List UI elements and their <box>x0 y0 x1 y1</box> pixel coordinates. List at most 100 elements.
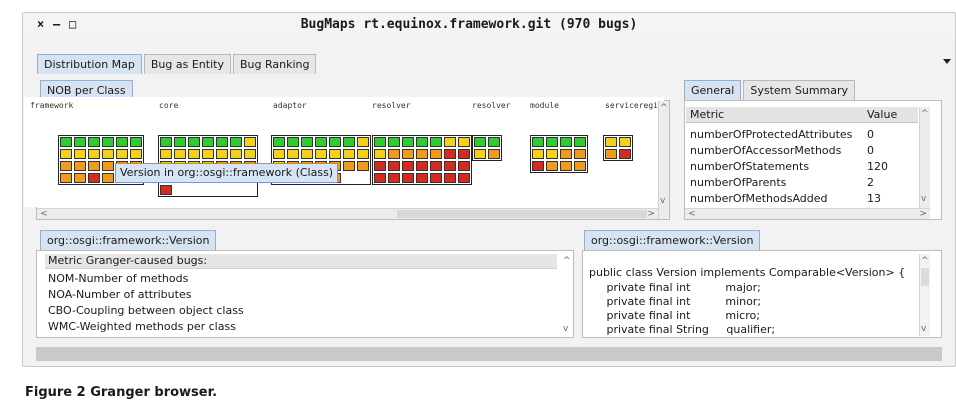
class-cell[interactable] <box>532 149 544 159</box>
class-cell[interactable] <box>430 137 442 147</box>
class-cell[interactable] <box>273 149 285 159</box>
class-cell[interactable] <box>474 149 486 159</box>
class-cell[interactable] <box>430 149 442 159</box>
class-cell[interactable] <box>102 149 114 159</box>
class-cell[interactable] <box>216 137 228 147</box>
list-item[interactable]: WMC-Weighted methods per class <box>48 320 236 333</box>
window-menu-icon[interactable] <box>943 59 951 64</box>
class-cell[interactable] <box>160 137 172 147</box>
class-cell[interactable] <box>74 149 86 159</box>
class-cell[interactable] <box>388 161 400 171</box>
class-cell[interactable] <box>216 149 228 159</box>
class-cell[interactable] <box>74 161 86 171</box>
class-cell[interactable] <box>546 161 558 171</box>
map-vertical-scrollbar[interactable]: ^ v <box>658 101 669 219</box>
package-box[interactable] <box>530 135 588 173</box>
class-cell[interactable] <box>230 137 242 147</box>
scroll-thumb[interactable] <box>397 210 647 218</box>
class-cell[interactable] <box>88 173 100 183</box>
class-cell[interactable] <box>416 161 428 171</box>
scroll-up-icon[interactable]: ^ <box>660 103 668 113</box>
class-cell[interactable] <box>374 173 386 183</box>
class-cell[interactable] <box>343 161 355 171</box>
class-cell[interactable] <box>388 173 400 183</box>
class-cell[interactable] <box>343 137 355 147</box>
class-cell[interactable] <box>315 149 327 159</box>
class-cell[interactable] <box>488 149 500 159</box>
scroll-down-icon[interactable]: v <box>921 194 926 204</box>
class-cell[interactable] <box>416 137 428 147</box>
class-cell[interactable] <box>574 149 586 159</box>
source-vertical-scrollbar[interactable]: ^ v <box>919 254 930 336</box>
class-cell[interactable] <box>444 161 456 171</box>
class-cell[interactable] <box>116 149 128 159</box>
tab-general[interactable]: General <box>684 80 742 100</box>
metrics-horizontal-scrollbar[interactable]: < > <box>685 208 930 219</box>
tab-bug-as-entity[interactable]: Bug as Entity <box>143 54 231 74</box>
class-cell[interactable] <box>560 149 572 159</box>
class-cell[interactable] <box>416 149 428 159</box>
package-box[interactable] <box>472 135 502 161</box>
package-box[interactable] <box>372 135 472 185</box>
class-cell[interactable] <box>474 137 486 147</box>
class-cell[interactable] <box>116 137 128 147</box>
class-cell[interactable] <box>301 149 313 159</box>
tab-distribution-map[interactable]: Distribution Map <box>37 54 142 74</box>
tab-bug-ranking[interactable]: Bug Ranking <box>232 54 317 74</box>
map-horizontal-scrollbar[interactable]: < > <box>37 208 658 219</box>
class-cell[interactable] <box>605 149 617 159</box>
class-cell[interactable] <box>416 173 428 183</box>
class-cell[interactable] <box>244 149 256 159</box>
package-box[interactable] <box>603 135 633 161</box>
class-cell[interactable] <box>102 173 114 183</box>
class-cell[interactable] <box>374 149 386 159</box>
scroll-up-icon[interactable]: ^ <box>921 109 929 119</box>
class-cell[interactable] <box>287 149 299 159</box>
class-cell[interactable] <box>488 137 500 147</box>
tab-granger-version[interactable]: org::osgi::framework::Version <box>40 230 217 250</box>
class-cell[interactable] <box>546 149 558 159</box>
class-cell[interactable] <box>343 149 355 159</box>
class-cell[interactable] <box>374 161 386 171</box>
class-cell[interactable] <box>130 149 142 159</box>
class-cell[interactable] <box>130 137 142 147</box>
class-cell[interactable] <box>102 137 114 147</box>
class-cell[interactable] <box>574 137 586 147</box>
class-cell[interactable] <box>60 137 72 147</box>
class-cell[interactable] <box>287 137 299 147</box>
scroll-up-icon[interactable]: ^ <box>563 256 571 266</box>
class-cell[interactable] <box>88 149 100 159</box>
metric-name[interactable]: numberOfStatements <box>690 160 809 173</box>
class-cell[interactable] <box>619 149 631 159</box>
metrics-vertical-scrollbar[interactable]: ^ v <box>919 107 930 208</box>
list-item[interactable]: CBO-Coupling between object class <box>48 304 244 317</box>
class-cell[interactable] <box>388 149 400 159</box>
class-cell[interactable] <box>329 149 341 159</box>
class-cell[interactable] <box>357 149 369 159</box>
class-cell[interactable] <box>160 185 172 195</box>
class-cell[interactable] <box>357 161 369 171</box>
class-cell[interactable] <box>374 137 386 147</box>
tab-source-version[interactable]: org::osgi::framework::Version <box>584 230 761 250</box>
metric-column-header[interactable]: Metric <box>690 108 724 121</box>
class-cell[interactable] <box>74 173 86 183</box>
class-cell[interactable] <box>388 137 400 147</box>
class-cell[interactable] <box>574 161 586 171</box>
class-cell[interactable] <box>402 173 414 183</box>
class-cell[interactable] <box>230 149 242 159</box>
class-cell[interactable] <box>458 137 470 147</box>
class-cell[interactable] <box>458 173 470 183</box>
scroll-thumb[interactable] <box>921 268 929 286</box>
class-cell[interactable] <box>301 137 313 147</box>
class-cell[interactable] <box>619 137 631 147</box>
class-cell[interactable] <box>605 137 617 147</box>
class-cell[interactable] <box>174 137 186 147</box>
metric-name[interactable]: numberOfProtectedAttributes <box>690 128 852 141</box>
class-cell[interactable] <box>160 149 172 159</box>
class-cell[interactable] <box>357 137 369 147</box>
metric-name[interactable]: numberOfParents <box>690 176 786 189</box>
class-cell[interactable] <box>560 161 572 171</box>
class-cell[interactable] <box>102 161 114 171</box>
class-cell[interactable] <box>88 161 100 171</box>
class-cell[interactable] <box>273 137 285 147</box>
